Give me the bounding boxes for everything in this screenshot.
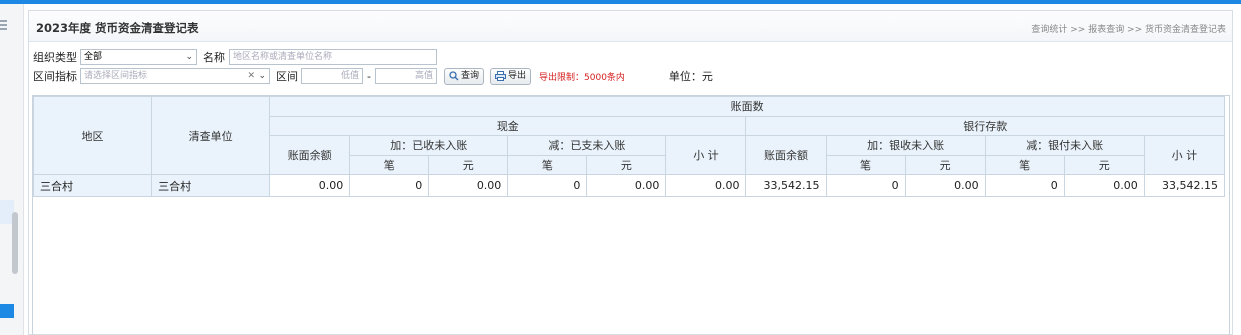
header-bank-deposit: 银行存款 — [745, 115, 1225, 137]
range-select[interactable]: 请选择区间指标 ✕ ⌄ — [80, 68, 270, 84]
range-label: 区间指标 — [33, 70, 77, 83]
filter-row-1: 组织类型 全部 ⌄ 名称 地区名称或清查单位名称 — [33, 48, 437, 66]
sidebar-active-marker[interactable] — [0, 304, 14, 318]
cell-bank-out-count: 0 — [984, 174, 1065, 198]
header-count[interactable]: 笔 — [825, 154, 906, 176]
menu-icon[interactable] — [0, 20, 8, 30]
header-count[interactable]: 笔 — [984, 154, 1065, 176]
header-bank-received-unrecorded: 加：银收未入账 — [825, 135, 986, 156]
cell-region: 三合村 — [33, 174, 153, 198]
header-region[interactable]: 地区 — [33, 96, 153, 176]
export-button-label: 导出 — [508, 70, 527, 81]
cell-cash-in-count: 0 — [349, 174, 430, 198]
cell-cash-out-count: 0 — [507, 174, 588, 198]
left-sidebar — [0, 4, 24, 335]
top-accent-bar — [0, 0, 1241, 4]
header-bank-paid-unrecorded: 减：银付未入账 — [984, 135, 1145, 156]
interval-label: 区间 — [276, 70, 298, 83]
cell-unit: 三合村 — [151, 174, 271, 198]
header-amount[interactable]: 元 — [428, 154, 509, 176]
breadcrumb: 查询统计 >> 报表查询 >> 货币资金清查登记表 — [1031, 25, 1226, 35]
range-placeholder: 请选择区间指标 — [84, 71, 148, 81]
header-cash-received-unrecorded: 加：已收未入账 — [349, 135, 509, 156]
report-panel: 2023年度 货币资金清查登记表 查询统计 >> 报表查询 >> 货币资金清查登… — [28, 10, 1233, 335]
cell-cash-subtotal: 0.00 — [665, 174, 747, 198]
header-bank-balance[interactable]: 账面余额 — [745, 135, 827, 176]
org-type-value: 全部 — [84, 52, 103, 62]
org-type-select[interactable]: 全部 ⌄ — [80, 49, 197, 65]
low-value-input[interactable]: 低值 — [301, 68, 363, 84]
header-book-amount: 账面数 — [269, 96, 1225, 117]
header-unit[interactable]: 清查单位 — [151, 96, 271, 176]
header-amount[interactable]: 元 — [904, 154, 986, 176]
printer-icon — [495, 71, 506, 81]
cell-cash-balance: 0.00 — [269, 174, 351, 198]
search-icon — [449, 71, 459, 81]
header-cash-subtotal[interactable]: 小 计 — [665, 135, 747, 176]
export-limit-note: 导出限制：5000条内 — [539, 72, 625, 83]
export-button[interactable]: 导出 — [490, 67, 532, 85]
header-cash: 现金 — [269, 115, 747, 137]
range-dash: - — [367, 69, 371, 83]
query-button-label: 查询 — [460, 70, 479, 81]
high-value-input[interactable]: 高值 — [374, 68, 437, 84]
report-table: 地区 清查单位 账面数 现金 银行存款 账面余额 加：已收未入账 减：已支未入账… — [33, 96, 1226, 198]
header-count[interactable]: 笔 — [507, 154, 588, 176]
cell-bank-in-count: 0 — [825, 174, 906, 198]
panel-header: 2023年度 货币资金清查登记表 查询统计 >> 报表查询 >> 货币资金清查登… — [29, 11, 1232, 42]
unit-text: 单位：元 — [668, 70, 713, 83]
report-table-container: 地区 清查单位 账面数 现金 银行存款 账面余额 加：已收未入账 减：已支未入账… — [32, 95, 1230, 335]
clear-icon[interactable]: ✕ — [247, 69, 255, 83]
cell-cash-in-amount: 0.00 — [428, 174, 509, 198]
chevron-down-icon: ⌄ — [258, 71, 266, 81]
filter-row-2: 区间指标 请选择区间指标 ✕ ⌄ 区间 低值 - 高值 查询 导出 导出限制：5… — [33, 67, 713, 85]
cell-bank-subtotal: 33,542.15 — [1143, 174, 1226, 198]
cell-bank-out-amount: 0.00 — [1063, 174, 1145, 198]
sidebar-scrollbar[interactable] — [12, 212, 18, 274]
header-cash-balance[interactable]: 账面余额 — [269, 135, 351, 176]
cell-cash-out-amount: 0.00 — [586, 174, 667, 198]
header-bank-subtotal[interactable]: 小 计 — [1143, 135, 1226, 176]
header-amount[interactable]: 元 — [1063, 154, 1145, 176]
table-row[interactable]: 三合村 三合村 0.00 0 0.00 0 0.00 0.00 33,542.1… — [33, 174, 1226, 198]
name-label: 名称 — [203, 51, 225, 64]
org-type-label: 组织类型 — [33, 51, 77, 64]
header-cash-paid-unrecorded: 减：已支未入账 — [507, 135, 667, 156]
chevron-down-icon: ⌄ — [185, 52, 193, 62]
page-title: 2023年度 货币资金清查登记表 — [36, 21, 199, 35]
cell-bank-in-amount: 0.00 — [904, 174, 986, 198]
name-input[interactable]: 地区名称或清查单位名称 — [229, 49, 437, 65]
cell-bank-balance: 33,542.15 — [745, 174, 827, 198]
header-amount[interactable]: 元 — [586, 154, 667, 176]
header-count[interactable]: 笔 — [349, 154, 430, 176]
query-button[interactable]: 查询 — [443, 67, 484, 85]
